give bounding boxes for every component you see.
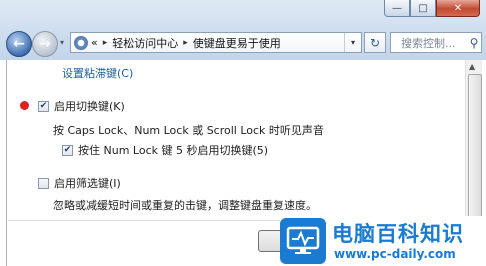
close-button[interactable]: ✕ [436,0,480,17]
watermark-url: www.pc-daily.com [334,247,456,261]
num-lock-shortcut-option[interactable]: ✔ 按住 Num Lock 键 5 秒启用切换键(5) [62,142,268,158]
num-lock-shortcut-label[interactable]: 按住 Num Lock 键 5 秒启用切换键(5) [78,142,268,158]
site-watermark: 电脑百科知识 www.pc-daily.com [280,216,486,266]
navigation-bar: ← → ▾ « ▸ 轻松访问中心 ▸ 使键盘更易于使用 ▾ ↻ 搜索控制... … [6,30,482,58]
scroll-up-icon[interactable]: ▲ [469,62,475,71]
address-dropdown-icon[interactable]: ▾ [344,33,361,52]
breadcrumb-separator[interactable]: ▸ [103,38,108,48]
back-button[interactable]: ← [6,31,32,57]
filter-keys-option[interactable]: 启用筛选键(I) [38,175,121,191]
toggle-keys-checkbox[interactable]: ✔ [38,100,49,112]
toggle-keys-label[interactable]: 启用切换键(K) [54,98,125,114]
breadcrumb-ease-of-access-center[interactable]: 轻松访问中心 [112,35,178,51]
address-bar[interactable]: « ▸ 轻松访问中心 ▸ 使键盘更易于使用 ▾ [70,32,362,53]
watermark-title: 电脑百科知识 [332,222,464,246]
refresh-button[interactable]: ↻ [364,32,386,53]
refresh-icon: ↻ [369,35,381,50]
search-input[interactable]: 搜索控制... [391,35,467,51]
watermark-logo [280,218,326,264]
filter-keys-label[interactable]: 启用筛选键(I) [54,175,121,191]
annotation-marker [20,101,29,110]
breadcrumb-make-keyboard-easier[interactable]: 使键盘更易于使用 [193,35,281,51]
window-controls: — □ ✕ [384,0,480,17]
minimize-button[interactable]: — [384,0,410,17]
filter-keys-checkbox[interactable] [38,177,49,189]
forward-button[interactable]: → [32,31,58,57]
search-icon[interactable]: ⚲ [467,36,481,50]
address-overflow-chevron[interactable]: « [91,36,98,49]
control-panel-icon [74,35,88,50]
breadcrumb-separator[interactable]: ▸ [183,38,188,48]
filter-keys-description: 忽略或减缓短时间或重复的击键，调整键盘重复速度。 [53,199,317,212]
maximize-button[interactable]: □ [410,0,436,17]
set-up-sticky-keys-link[interactable]: 设置粘滞键(C) [62,65,133,81]
toggle-keys-description: 按 Caps Lock、Num Lock 或 Scroll Lock 时听见声音 [53,124,324,137]
num-lock-shortcut-checkbox[interactable]: ✔ [62,144,73,156]
toggle-keys-option[interactable]: ✔ 启用切换键(K) [38,98,125,114]
search-box[interactable]: 搜索控制... ⚲ [390,32,482,53]
recent-pages-dropdown-icon[interactable]: ▾ [60,38,64,47]
